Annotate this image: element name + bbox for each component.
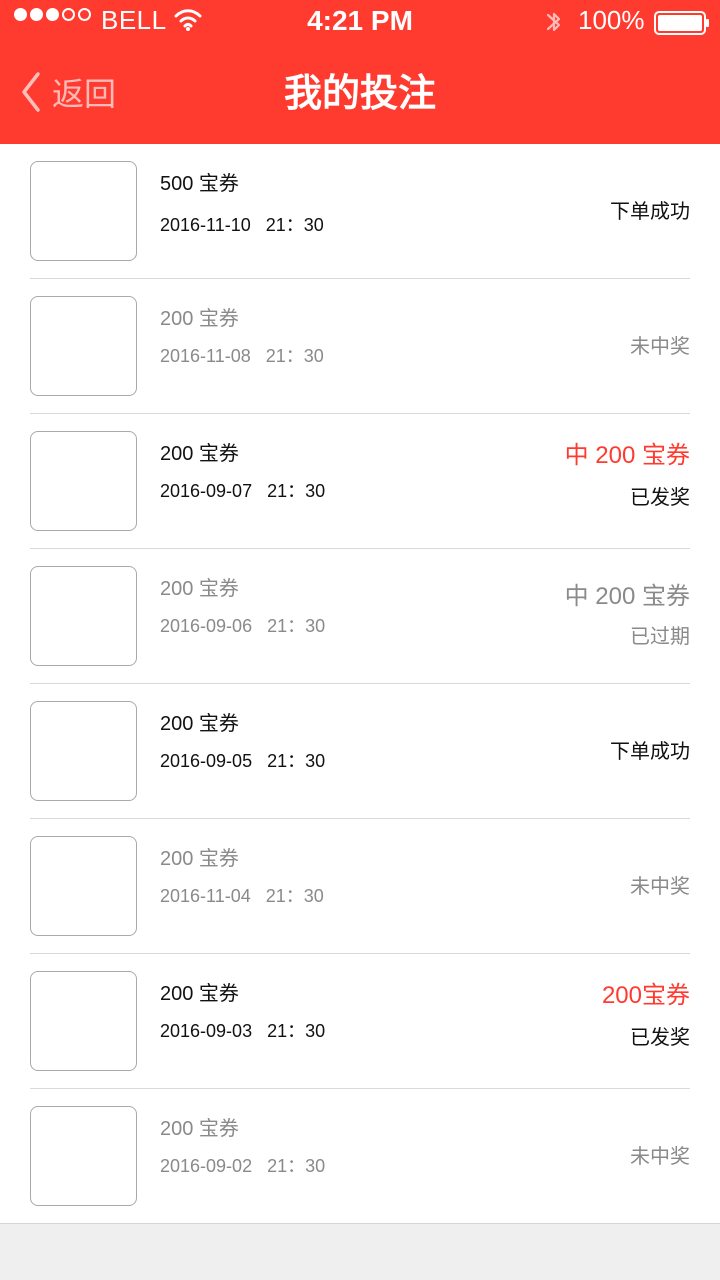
bet-list-item[interactable]: 200 宝券 2016-09-02 21：30 未中奖 (0, 1089, 720, 1223)
bet-amount: 200 宝券 (160, 308, 239, 330)
bet-list-item[interactable]: 200 宝券 2016-09-06 21：30 中 200 宝券 已过期 (0, 549, 720, 684)
bet-datetime: 2016-11-08 21：30 (160, 346, 324, 366)
bet-thumbnail (30, 1106, 137, 1206)
bet-status: 已发奖 (630, 1027, 690, 1049)
bet-thumbnail (30, 296, 137, 396)
bet-list-item[interactable]: 200 宝券 2016-09-07 21：30 中 200 宝券 已发奖 (0, 414, 720, 549)
bet-status: 下单成功 (610, 741, 690, 763)
bet-amount: 200 宝券 (160, 713, 239, 735)
bet-thumbnail (30, 431, 137, 531)
bet-thumbnail (30, 836, 137, 936)
bet-datetime: 2016-11-10 21：30 (160, 215, 324, 235)
bottom-bar (0, 1223, 720, 1280)
navigation-bar: 返回 我的投注 (0, 44, 720, 144)
bet-amount: 500 宝券 (160, 173, 239, 195)
bet-datetime: 2016-09-03 21：30 (160, 1021, 326, 1041)
bet-status: 未中奖 (630, 1146, 690, 1168)
bet-thumbnail (30, 971, 137, 1071)
bet-list-item[interactable]: 200 宝券 2016-09-05 21：30 下单成功 (0, 684, 720, 819)
bet-list-item[interactable]: 500 宝券 2016-11-10 21：30 下单成功 (0, 144, 720, 279)
bet-amount: 200 宝券 (160, 443, 239, 465)
bet-amount: 200 宝券 (160, 1118, 239, 1140)
bet-list-item[interactable]: 200 宝券 2016-11-04 21：30 未中奖 (0, 819, 720, 954)
bet-datetime: 2016-09-07 21：30 (160, 481, 326, 501)
bet-status: 已过期 (630, 626, 690, 648)
page-title: 我的投注 (283, 73, 436, 115)
bet-datetime: 2016-09-05 21：30 (160, 751, 326, 771)
bet-prize: 中 200 宝券 (564, 583, 690, 610)
bet-status: 已发奖 (630, 487, 690, 509)
bet-thumbnail (30, 161, 137, 261)
battery-percentage: 100% (578, 5, 645, 35)
bluetooth-icon (543, 5, 565, 39)
bet-status: 未中奖 (630, 876, 690, 898)
bet-datetime: 2016-09-06 21：30 (160, 616, 326, 636)
bet-status: 下单成功 (610, 201, 690, 223)
bet-thumbnail (30, 701, 137, 801)
bet-list: 500 宝券 2016-11-10 21：30 下单成功 200 宝券 2016… (0, 144, 720, 1223)
bet-prize: 200宝券 (601, 982, 690, 1009)
bet-datetime: 2016-11-04 21：30 (160, 886, 324, 906)
bet-prize: 中 200 宝券 (564, 442, 690, 469)
bet-amount: 200 宝券 (160, 848, 239, 870)
bet-thumbnail (30, 566, 137, 666)
bet-datetime: 2016-09-02 21：30 (160, 1156, 326, 1176)
bet-amount: 200 宝券 (160, 578, 239, 600)
app-header: BELL 4:21 PM 100% 返回 我的投注 (0, 0, 720, 144)
battery-icon (654, 10, 710, 36)
bet-list-item[interactable]: 200 宝券 2016-09-03 21：30 200宝券 已发奖 (0, 954, 720, 1089)
bet-amount: 200 宝券 (160, 983, 239, 1005)
bet-list-item[interactable]: 200 宝券 2016-11-08 21：30 未中奖 (0, 279, 720, 414)
bet-status: 未中奖 (630, 336, 690, 358)
status-bar: BELL 4:21 PM 100% (0, 0, 720, 44)
